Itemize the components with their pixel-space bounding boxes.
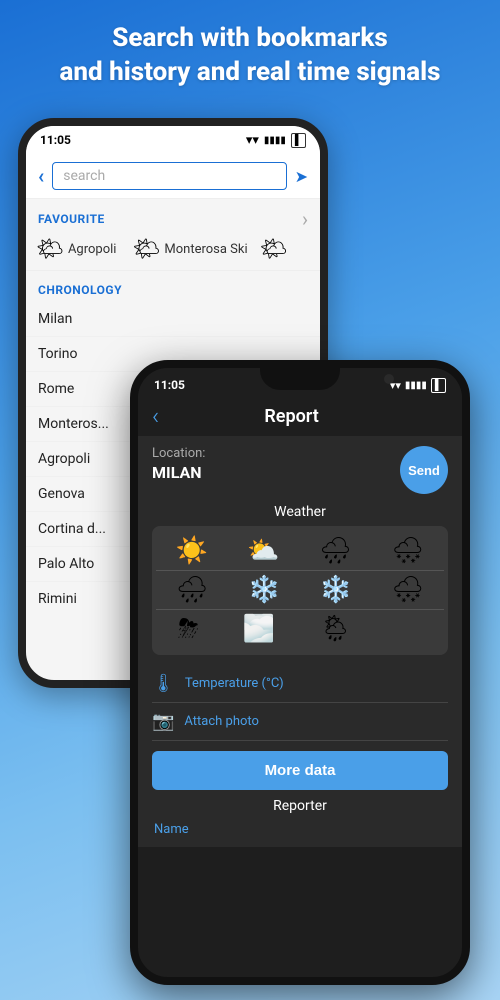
temperature-label: Temperature (°C): [185, 676, 284, 691]
front-status-icons: ▾▾ ▮▮▮▮ ▌: [390, 378, 446, 393]
weather-rain-heavy[interactable]: 🌧: [176, 575, 209, 605]
fav-icon-2: 🌤: [260, 237, 288, 262]
header-line1: Search with bookmarks: [112, 23, 388, 53]
weather-drizzle[interactable]: 🌦: [319, 614, 352, 645]
weather-sleet[interactable]: 🌨: [391, 575, 424, 605]
weather-row-3: ⛈ 🌫️ 🌦: [156, 610, 444, 649]
report-title: Report: [159, 406, 424, 427]
front-signal-icon: ▮▮▮▮: [405, 380, 427, 391]
temperature-field[interactable]: 🌡 Temperature (°C): [152, 665, 448, 703]
fav-name-1: Monterosa Ski: [164, 242, 247, 257]
chrono-item-0[interactable]: Milan: [26, 302, 320, 337]
wifi-icon: ▾▾: [246, 133, 259, 148]
phone-front: 11:05 ▾▾ ▮▮▮▮ ▌ ‹ Report Location: MILAN…: [130, 360, 470, 985]
fav-name-0: Agropoli: [68, 242, 117, 257]
front-battery-icon: ▌: [431, 378, 446, 393]
signal-icon: ▮▮▮▮: [264, 135, 286, 146]
weather-snow-cloud[interactable]: 🌨: [391, 536, 424, 566]
weather-thunder[interactable]: ⛈: [178, 614, 199, 645]
fav-item-0[interactable]: 🌤 Agropoli: [36, 237, 116, 262]
favourite-chevron[interactable]: ›: [302, 207, 308, 231]
report-header: ‹ Report: [138, 398, 462, 436]
app-header: Search with bookmarks and history and re…: [0, 0, 500, 105]
chronology-label: CHRONOLOGY: [38, 283, 122, 297]
fav-item-2[interactable]: 🌤: [260, 237, 288, 262]
camera-icon: 📷: [152, 711, 174, 732]
location-send-icon[interactable]: ➤: [295, 167, 308, 186]
report-back-arrow[interactable]: ‹: [152, 404, 159, 428]
send-button[interactable]: Send: [400, 446, 448, 494]
weather-cloudy-rain[interactable]: 🌧: [319, 536, 352, 566]
back-arrow-icon[interactable]: ‹: [38, 164, 44, 188]
front-time: 11:05: [154, 378, 185, 392]
thermometer-icon: 🌡: [152, 673, 175, 694]
weather-snow-flake[interactable]: ❄️: [320, 575, 352, 605]
fav-icon-0: 🌤: [36, 237, 64, 262]
back-status-icons: ▾▾ ▮▮▮▮ ▌: [246, 133, 306, 148]
weather-placeholder: [396, 614, 422, 645]
header-line2: and history and real time signals: [60, 57, 441, 87]
weather-row-1: ☀️ ⛅ 🌧 🌨: [156, 532, 444, 571]
location-row: Location: MILAN Send: [152, 446, 448, 494]
weather-row-2: 🌧 ❄️ ❄️ 🌨: [156, 571, 444, 610]
location-label: Location:: [152, 446, 205, 461]
fav-item-1[interactable]: 🌤 Monterosa Ski: [132, 237, 247, 262]
more-data-button[interactable]: More data: [152, 751, 448, 790]
location-name: MILAN: [152, 463, 205, 482]
front-camera: [384, 374, 394, 384]
reporter-section-title: Reporter: [152, 798, 448, 814]
weather-snow[interactable]: ❄️: [248, 575, 280, 605]
attach-photo-label: Attach photo: [184, 714, 259, 729]
favourites-row: 🌤 Agropoli 🌤 Monterosa Ski 🌤: [26, 235, 320, 270]
location-info: Location: MILAN: [152, 446, 205, 482]
favourite-label: FAVOURITE: [38, 212, 105, 226]
fav-icon-1: 🌤: [132, 237, 160, 262]
report-content: Location: MILAN Send Weather ☀️ ⛅ 🌧 🌨 🌧 …: [138, 436, 462, 847]
weather-partly-cloudy[interactable]: ⛅: [247, 536, 279, 566]
weather-fog[interactable]: 🌫️: [243, 614, 275, 645]
weather-grid: ☀️ ⛅ 🌧 🌨 🌧 ❄️ ❄️ 🌨 ⛈ 🌫️ 🌦: [152, 526, 448, 655]
front-notch: [260, 368, 340, 390]
weather-sunny[interactable]: ☀️: [176, 536, 208, 566]
attach-photo-field[interactable]: 📷 Attach photo: [152, 703, 448, 741]
back-time: 11:05: [40, 133, 71, 147]
battery-icon: ▌: [291, 133, 306, 148]
search-input[interactable]: search: [52, 162, 286, 190]
reporter-name-label[interactable]: Name: [152, 822, 448, 837]
weather-label: Weather: [152, 504, 448, 520]
favourite-section: FAVOURITE › 🌤 Agropoli 🌤 Monterosa Ski 🌤: [26, 199, 320, 270]
search-bar[interactable]: ‹ search ➤: [26, 154, 320, 199]
back-statusbar: 11:05 ▾▾ ▮▮▮▮ ▌: [26, 126, 320, 154]
